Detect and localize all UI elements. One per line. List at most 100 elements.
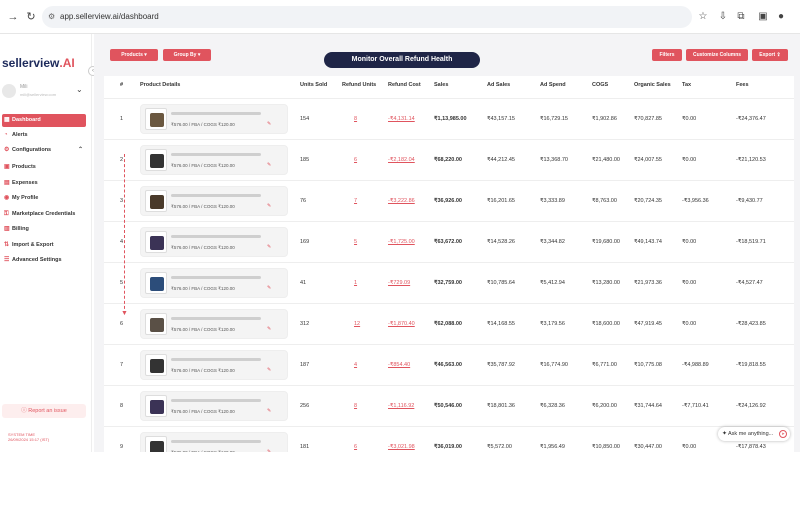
cell-refund-units[interactable]: 1 (354, 280, 357, 286)
cell-cogs: ₹6,771.00 (592, 362, 617, 368)
cell-cogs: ₹8,763.00 (592, 198, 617, 204)
sidebar-item-import-export[interactable]: ⇅ Import & Export (2, 239, 86, 252)
table-row[interactable]: 9 ₹576.00 / FBA / COGS ₹120.00 ✎ 181 6 -₹3,02… (104, 426, 794, 452)
cell-refund-cost[interactable]: -₹854.40 (388, 362, 410, 368)
cell-refund-units[interactable]: 8 (354, 403, 357, 409)
cell-refund-cost[interactable]: -₹3,222.86 (388, 198, 415, 204)
table-row[interactable]: 6 ₹576.00 / FBA / COGS ₹120.00 ✎ 312 12 -₹1,8… (104, 303, 794, 343)
edit-icon[interactable]: ✎ (267, 203, 271, 209)
product-card[interactable]: ₹576.00 / FBA / COGS ₹120.00 ✎ (140, 391, 288, 421)
cell-refund-cost[interactable]: -₹1,116.92 (388, 403, 414, 409)
sidebar-item-alerts[interactable]: ◔ Alerts (2, 129, 86, 142)
table-row[interactable]: 3 ₹576.00 / FBA / COGS ₹120.00 ✎ 76 7 -₹3,222… (104, 180, 794, 220)
col-header-tax[interactable]: Tax (682, 82, 691, 88)
table-row[interactable]: 8 ₹576.00 / FBA / COGS ₹120.00 ✎ 256 8 -₹1,11… (104, 385, 794, 425)
cell-refund-cost[interactable]: -₹4,131.14 (388, 116, 415, 122)
filters-button[interactable]: Filters (652, 49, 682, 61)
cell-refund-cost[interactable]: -₹729.09 (388, 280, 410, 286)
product-card[interactable]: ₹576.00 / FBA / COGS ₹120.00 ✎ (140, 350, 288, 380)
edit-icon[interactable]: ✎ (267, 367, 271, 373)
col-header-refund-units[interactable]: Refund Units (342, 82, 376, 88)
profile-icon[interactable]: ● (774, 10, 788, 24)
edit-icon[interactable]: ✎ (267, 244, 271, 250)
site-info-icon[interactable]: ⚙ (48, 6, 55, 28)
edit-icon[interactable]: ✎ (267, 449, 271, 452)
col-header-ad-spend[interactable]: Ad Spend (540, 82, 566, 88)
products-dropdown[interactable]: Products ▾ (110, 49, 158, 61)
logo[interactable]: sellerview.AI (2, 56, 75, 70)
cell-refund-units[interactable]: 8 (354, 116, 357, 122)
table-row[interactable]: 5 ₹576.00 / FBA / COGS ₹120.00 ✎ 41 1 -₹729.0… (104, 262, 794, 302)
cell-refund-units[interactable]: 5 (354, 239, 357, 245)
cell-refund-units[interactable]: 12 (354, 321, 360, 327)
cell-refund-cost[interactable]: -₹1,870.40 (388, 321, 415, 327)
col-header-product[interactable]: Product Details (140, 82, 180, 88)
edit-icon[interactable]: ✎ (267, 162, 271, 168)
sidebar-item-marketplace-credentials[interactable]: ⚿ Marketplace Credentials (2, 208, 86, 221)
product-card[interactable]: ₹576.00 / FBA / COGS ₹120.00 ✎ (140, 268, 288, 298)
group-by-dropdown[interactable]: Group By ▾ (163, 49, 211, 61)
product-card[interactable]: ₹576.00 / FBA / COGS ₹120.00 ✎ (140, 309, 288, 339)
blurred-sku-line (171, 235, 261, 238)
cell-units: 41 (300, 280, 307, 286)
browser-bar: → ↻ ⚙ app.sellerview.ai/dashboard ☆ ⇩ ⧉ … (0, 0, 800, 34)
cell-tax: ₹0.00 (682, 444, 697, 450)
col-header-units-sold[interactable]: Units Sold (300, 82, 327, 88)
col-header-organic-sales[interactable]: Organic Sales (634, 82, 671, 88)
cell-refund-cost[interactable]: -₹1,725.00 (388, 239, 415, 245)
col-header-fees[interactable]: Fees (736, 82, 749, 88)
user-menu[interactable]: Mili mili@sellerview.com ⌄ (2, 82, 86, 108)
sidebar-item-configurations[interactable]: ⚙ Configurations ⌃ (2, 144, 86, 157)
chevron-up-icon[interactable]: ⌃ (78, 144, 83, 157)
table-row[interactable]: 2 ₹576.00 / FBA / COGS ₹120.00 ✎ 185 6 -₹2,18… (104, 139, 794, 179)
col-header-refund-cost[interactable]: Refund Cost (388, 82, 421, 88)
address-bar[interactable]: ⚙ app.sellerview.ai/dashboard (42, 6, 692, 28)
report-issue-button[interactable]: ⓘ Report an issue (2, 404, 86, 418)
row-index: 1 (120, 116, 124, 122)
product-card[interactable]: ₹576.00 / FBA / COGS ₹120.00 ✎ (140, 145, 288, 175)
extension-download-icon[interactable]: ⇩ (716, 10, 730, 24)
product-card[interactable]: ₹576.00 / FBA / COGS ₹120.00 ✎ (140, 104, 288, 134)
sidebar-item-advanced-settings[interactable]: ☰ Advanced Settings (2, 254, 86, 267)
product-card[interactable]: ₹576.00 / FBA / COGS ₹120.00 ✎ (140, 432, 288, 452)
col-header-ad-sales[interactable]: Ad Sales (487, 82, 510, 88)
cell-fees: -₹18,519.71 (736, 239, 766, 245)
table-row[interactable]: 1 ₹576.00 / FBA / COGS ₹120.00 ✎ 154 8 -₹4,13… (104, 98, 794, 138)
cell-refund-units[interactable]: 6 (354, 444, 357, 450)
sidebar-item-billing[interactable]: ▥ Billing (2, 223, 86, 236)
send-icon[interactable]: ➤ (779, 430, 787, 438)
sidebar-item-expenses[interactable]: ▤ Expenses (2, 177, 86, 190)
edit-icon[interactable]: ✎ (267, 121, 271, 127)
product-meta: ₹576.00 / FBA / COGS ₹120.00 (171, 163, 235, 168)
sidebar-item-products[interactable]: ▣ Products (2, 161, 86, 174)
cell-refund-units[interactable]: 7 (354, 198, 357, 204)
sidebar-item-dashboard[interactable]: ▦ Dashboard (2, 114, 86, 127)
product-card[interactable]: ₹576.00 / FBA / COGS ₹120.00 ✎ (140, 227, 288, 257)
cell-refund-cost[interactable]: -₹3,021.98 (388, 444, 415, 450)
chevron-down-icon[interactable]: ⌄ (76, 85, 83, 94)
chat-assistant[interactable]: ✦ Ask me anything... ➤ (718, 427, 790, 441)
forward-arrow-icon[interactable]: → (6, 10, 20, 24)
cell-cogs: ₹1,902.86 (592, 116, 617, 122)
table-row[interactable]: 7 ₹576.00 / FBA / COGS ₹120.00 ✎ 187 4 -₹854.… (104, 344, 794, 384)
col-header-index[interactable]: # (120, 82, 123, 88)
export-button[interactable]: Export ⇪ (752, 49, 788, 61)
cell-refund-cost[interactable]: -₹2,182.04 (388, 157, 415, 163)
cell-refund-units[interactable]: 6 (354, 157, 357, 163)
star-icon[interactable]: ☆ (696, 10, 710, 24)
col-header-sales[interactable]: Sales (434, 82, 448, 88)
product-meta: ₹576.00 / FBA / COGS ₹120.00 (171, 122, 235, 127)
col-header-cogs[interactable]: COGS (592, 82, 608, 88)
cell-refund-units[interactable]: 4 (354, 362, 357, 368)
table-row[interactable]: 4 ₹576.00 / FBA / COGS ₹120.00 ✎ 169 5 -₹1,72… (104, 221, 794, 261)
edit-icon[interactable]: ✎ (267, 326, 271, 332)
puzzle-icon[interactable]: ⧉ (734, 10, 748, 24)
customize-columns-button[interactable]: Customize Columns (686, 49, 748, 61)
row-index: 2 (120, 157, 124, 163)
reload-icon[interactable]: ↻ (24, 10, 38, 24)
edit-icon[interactable]: ✎ (267, 285, 271, 291)
sidepanel-icon[interactable]: ▣ (756, 10, 770, 24)
sidebar-item-my-profile[interactable]: ◉ My Profile (2, 192, 86, 205)
edit-icon[interactable]: ✎ (267, 408, 271, 414)
product-card[interactable]: ₹576.00 / FBA / COGS ₹120.00 ✎ (140, 186, 288, 216)
